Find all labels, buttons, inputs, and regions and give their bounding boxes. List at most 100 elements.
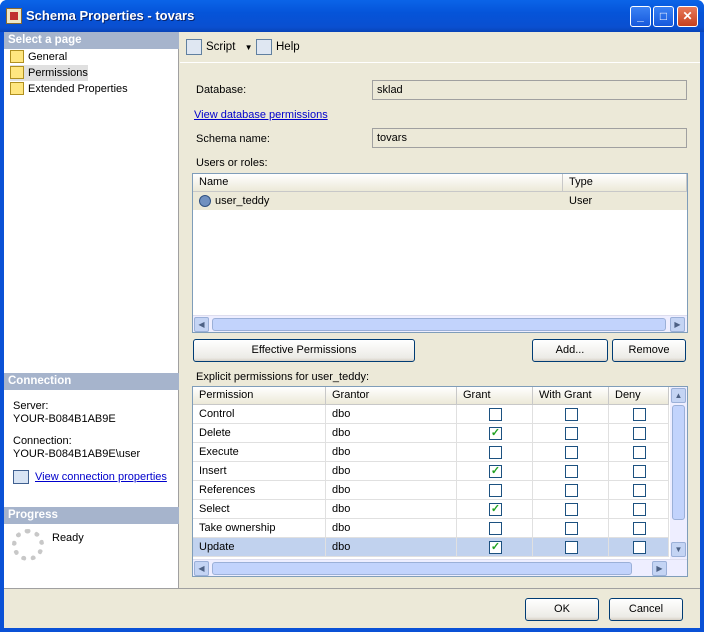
deny-checkbox[interactable] — [633, 484, 646, 497]
column-header-grant[interactable]: Grant — [457, 387, 533, 405]
deny-checkbox[interactable] — [633, 522, 646, 535]
grant-checkbox[interactable] — [489, 484, 502, 497]
add-button[interactable]: Add... — [532, 339, 608, 362]
column-header-grantor[interactable]: Grantor — [326, 387, 457, 405]
with-grant-checkbox[interactable] — [565, 446, 578, 459]
server-label: Server: — [13, 400, 49, 412]
permission-cell: Take ownership — [193, 519, 326, 538]
page-item-extended-properties[interactable]: Extended Properties — [10, 81, 128, 97]
grant-cell: ✓ — [457, 424, 533, 443]
remove-button[interactable]: Remove — [612, 339, 686, 362]
scroll-thumb[interactable] — [212, 562, 632, 575]
dialog-window: Schema Properties - tovars _ □ ✕ Select … — [0, 0, 704, 632]
with-grant-cell — [533, 405, 609, 424]
deny-checkbox[interactable] — [633, 465, 646, 478]
grant-checkbox[interactable] — [489, 408, 502, 421]
with-grant-checkbox[interactable] — [565, 541, 578, 554]
table-row[interactable]: Execute dbo — [193, 443, 669, 462]
table-row[interactable]: Update dbo ✓ — [193, 538, 669, 557]
scroll-left-button[interactable]: ◀ — [194, 561, 209, 576]
grant-checkbox[interactable]: ✓ — [489, 541, 502, 554]
with-grant-checkbox[interactable] — [565, 465, 578, 478]
scroll-thumb[interactable] — [672, 405, 685, 520]
deny-checkbox[interactable] — [633, 408, 646, 421]
page-item-general[interactable]: General — [10, 49, 67, 65]
scroll-up-button[interactable]: ▲ — [671, 388, 686, 403]
dropdown-arrow-icon[interactable]: ▼ — [245, 43, 253, 52]
dialog-footer: OK Cancel — [4, 588, 700, 628]
page-item-permissions[interactable]: Permissions — [10, 65, 88, 81]
grant-cell — [457, 519, 533, 538]
scroll-left-button[interactable]: ◀ — [194, 317, 209, 332]
dialog-body: Select a page General Permissions Extend… — [4, 32, 700, 628]
effective-permissions-button[interactable]: Effective Permissions — [193, 339, 415, 362]
close-button[interactable]: ✕ — [677, 6, 698, 27]
grant-cell: ✓ — [457, 538, 533, 557]
minimize-button[interactable]: _ — [630, 6, 651, 27]
table-row[interactable]: Insert dbo ✓ — [193, 462, 669, 481]
column-header-type[interactable]: Type — [563, 174, 687, 192]
grant-checkbox[interactable]: ✓ — [489, 465, 502, 478]
users-horizontal-scrollbar[interactable]: ◀ ▶ — [193, 315, 687, 332]
column-header-permission[interactable]: Permission — [193, 387, 326, 405]
with-grant-checkbox[interactable] — [565, 503, 578, 516]
with-grant-cell — [533, 500, 609, 519]
cancel-button[interactable]: Cancel — [609, 598, 683, 621]
table-row[interactable]: user_teddy User — [193, 192, 687, 210]
scroll-right-button[interactable]: ▶ — [670, 317, 685, 332]
column-header-with-grant[interactable]: With Grant — [533, 387, 609, 405]
permission-cell: Insert — [193, 462, 326, 481]
progress-header: Progress — [4, 507, 179, 524]
grant-cell — [457, 481, 533, 500]
user-icon — [199, 195, 211, 207]
permission-cell: Select — [193, 500, 326, 519]
permissions-panel: Database: sklad View database permission… — [180, 62, 700, 588]
table-row[interactable]: Control dbo — [193, 405, 669, 424]
page-icon — [10, 66, 24, 79]
deny-checkbox[interactable] — [633, 446, 646, 459]
scroll-right-button[interactable]: ▶ — [652, 561, 667, 576]
help-button[interactable]: Help — [256, 39, 300, 55]
table-row[interactable]: Select dbo ✓ — [193, 500, 669, 519]
permission-cell: Control — [193, 405, 326, 424]
grantor-cell: dbo — [326, 443, 457, 462]
grant-checkbox[interactable]: ✓ — [489, 427, 502, 440]
column-header-name[interactable]: Name — [193, 174, 563, 192]
ok-button[interactable]: OK — [525, 598, 599, 621]
grant-checkbox[interactable]: ✓ — [489, 503, 502, 516]
script-button[interactable]: Script ▼ — [186, 39, 253, 55]
scroll-thumb[interactable] — [212, 318, 666, 331]
deny-checkbox[interactable] — [633, 541, 646, 554]
with-grant-checkbox[interactable] — [565, 427, 578, 440]
with-grant-cell — [533, 538, 609, 557]
view-database-permissions-link[interactable]: View database permissions — [194, 109, 328, 121]
page-item-label: Extended Properties — [28, 83, 128, 95]
help-label: Help — [276, 41, 300, 53]
deny-cell — [609, 462, 669, 481]
grant-checkbox[interactable] — [489, 446, 502, 459]
with-grant-checkbox[interactable] — [565, 408, 578, 421]
page-item-label: General — [28, 51, 68, 63]
table-row[interactable]: Delete dbo ✓ — [193, 424, 669, 443]
view-connection-properties-link[interactable]: View connection properties — [35, 471, 167, 484]
with-grant-checkbox[interactable] — [565, 484, 578, 497]
column-header-deny[interactable]: Deny — [609, 387, 669, 405]
grantor-cell: dbo — [326, 538, 457, 557]
permissions-vertical-scrollbar[interactable]: ▲ ▼ — [670, 387, 687, 559]
title-bar[interactable]: Schema Properties - tovars _ □ ✕ — [0, 0, 704, 32]
deny-checkbox[interactable] — [633, 427, 646, 440]
grant-checkbox[interactable] — [489, 522, 502, 535]
with-grant-checkbox[interactable] — [565, 522, 578, 535]
scroll-down-button[interactable]: ▼ — [671, 542, 686, 557]
toolbar: Script ▼ Help — [180, 32, 700, 62]
schema-name-label: Schema name: — [196, 133, 270, 145]
select-page-header: Select a page — [4, 32, 179, 49]
table-row[interactable]: References dbo — [193, 481, 669, 500]
permissions-horizontal-scrollbar[interactable]: ◀ ▶ — [193, 559, 687, 576]
connection-value: YOUR-B084B1AB9E\user — [13, 448, 141, 460]
grantor-cell: dbo — [326, 424, 457, 443]
table-row[interactable]: Take ownership dbo — [193, 519, 669, 538]
maximize-button[interactable]: □ — [653, 6, 674, 27]
connection-properties-icon — [13, 470, 29, 484]
deny-checkbox[interactable] — [633, 503, 646, 516]
